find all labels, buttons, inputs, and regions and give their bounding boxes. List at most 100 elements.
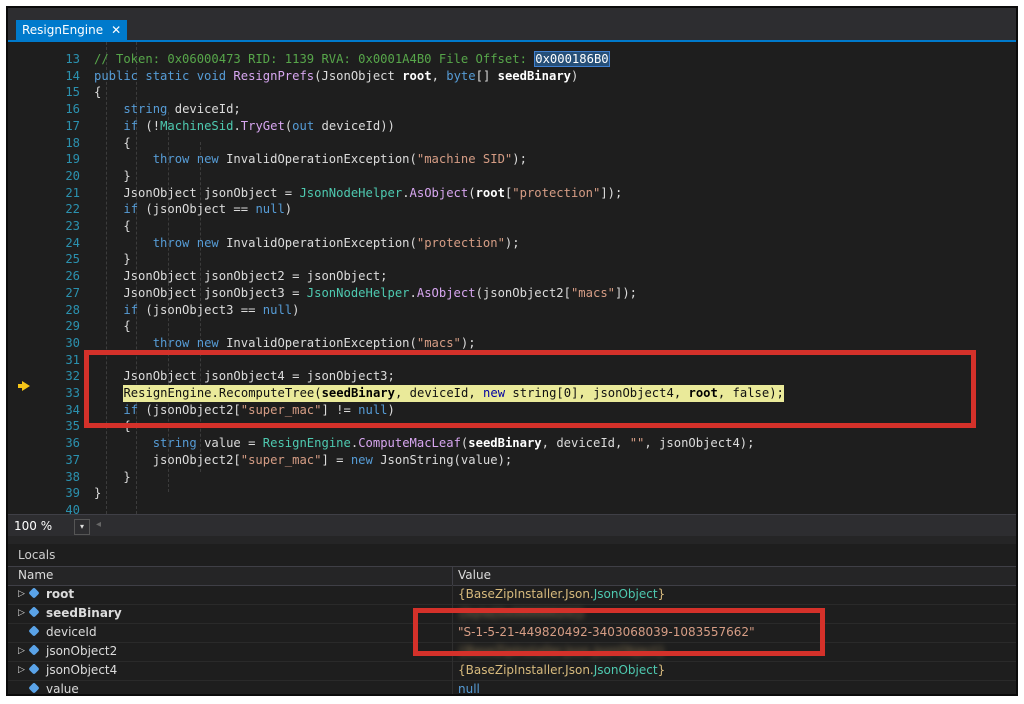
code-token: JsonObject jsonObject = [94,185,300,200]
locals-row-value[interactable]: value null [8,680,1016,696]
zoom-dropdown-icon[interactable]: ▾ [74,519,90,535]
code-token: deviceId; [174,102,241,117]
locals-header: Name Value [8,566,1016,586]
code-editor[interactable]: 13 // Token: 0x06000473 RID: 1139 RVA: 0x… [8,42,1016,514]
code-token: if [123,202,146,217]
code-token: [] [475,68,498,83]
current-statement-arrow-icon [22,381,30,391]
line-number: 16 [65,102,80,117]
expand-arrow-icon[interactable]: ▷ [18,661,25,680]
line-number: 31 [65,352,80,367]
code-token: "" [629,436,645,451]
tab-resignengine[interactable]: ResignEngine ✕ [16,20,128,40]
code-token: { [94,219,131,233]
code-token: ResignEngine [262,436,351,451]
code-token: } [94,486,102,501]
code-line: 23 { [8,218,1016,235]
value-part: { [458,663,466,677]
code-text: JsonObject jsonObject = JsonNodeHelper.A… [94,185,622,202]
code-line: 15 { [8,84,1016,101]
code-token: ComputeMacLeaf [358,436,461,451]
line-number: 23 [65,219,80,233]
code-line: 20 } [8,168,1016,185]
code-line: 29 { [8,318,1016,335]
code-token: , deviceId, [541,436,630,451]
code-text: } [94,485,101,502]
code-line: 19 throw new InvalidOperationException("… [8,151,1016,168]
code-text: { [94,84,101,101]
code-token: . [409,285,417,300]
code-token: JsonObject jsonObject2 = jsonObject; [94,269,388,284]
code-text: { [94,135,131,152]
code-token: ResignPrefs [233,68,315,83]
code-text: { [94,318,131,335]
column-divider [452,585,453,604]
locals-row-root[interactable]: ▷ root {BaseZipInstaller.Json.JsonObject} [8,585,1016,605]
line-number: 13 [65,52,80,66]
code-text: jsonObject2["super_mac"] = new JsonStrin… [94,452,513,469]
panel-separator[interactable] [8,536,1016,544]
variable-value: null [458,682,480,696]
code-line: 37 jsonObject2["super_mac"] = new JsonSt… [8,452,1016,469]
code-token: TryGet [240,118,285,133]
code-token: JsonString(value); [380,452,513,467]
code-text: { [94,218,131,235]
code-token: deviceId)) [321,118,395,133]
close-icon[interactable]: ✕ [111,20,121,40]
variable-value: {BaseZipInstaller.Json.JsonObject} [458,661,665,680]
code-token: byte [446,68,476,83]
code-token: . [402,185,410,200]
code-token: "macs" [570,285,615,300]
code-line: 38 } [8,469,1016,486]
code-token: { [94,135,131,150]
zoom-level[interactable]: 100 % [14,518,52,534]
zoom-bar: 100 % ▾ ◂ [8,514,1016,536]
line-number: 27 [65,285,80,300]
code-token: . [233,118,241,133]
expand-arrow-icon[interactable]: ▷ [18,604,25,623]
code-token: , [431,68,447,83]
column-header-name[interactable]: Name [18,568,53,582]
variable-name: deviceId [46,625,97,639]
column-divider[interactable] [452,567,453,585]
code-line: 14 public static void ResignPrefs(JsonObj… [8,68,1016,85]
column-header-value[interactable]: Value [458,568,491,582]
scroll-left-icon[interactable]: ◂ [96,519,101,530]
expand-arrow-icon[interactable]: ▷ [18,642,25,661]
variable-icon [28,663,40,675]
code-token: ) [292,302,300,317]
code-line: 16 string deviceId; [8,101,1016,118]
variable-icon [28,587,40,599]
line-number: 34 [65,402,80,417]
code-token: null [262,302,293,317]
code-line: 21 JsonObject jsonObject = JsonNodeHelpe… [8,185,1016,202]
line-number: 18 [65,135,80,150]
tab-label: ResignEngine [22,23,104,37]
variable-icon [28,606,40,618]
value-part: { [458,587,466,601]
code-token: string [152,436,205,451]
code-line: 39} [8,485,1016,502]
code-token: value = [204,436,263,451]
code-token: if [123,118,146,133]
line-number: 40 [65,502,80,514]
code-token: (jsonObject2[ [475,285,571,300]
code-token: root [475,185,505,200]
code-token: ) [571,68,579,83]
line-number: 38 [65,469,80,484]
code-token: jsonObject2[ [94,452,241,467]
expand-arrow-icon[interactable]: ▷ [18,585,25,604]
value-part: BaseZipInstaller.Json. [465,663,594,677]
code-token: { [94,319,131,334]
locals-row-jsonobject4[interactable]: ▷ jsonObject4 {BaseZipInstaller.Json.JsonO… [8,661,1016,681]
value-part: } [657,663,666,677]
code-text: JsonObject jsonObject2 = jsonObject; [94,268,388,285]
code-text: if (jsonObject3 == null) [94,302,299,319]
code-token: InvalidOperationException( [226,335,417,350]
code-token: ) [284,202,293,217]
